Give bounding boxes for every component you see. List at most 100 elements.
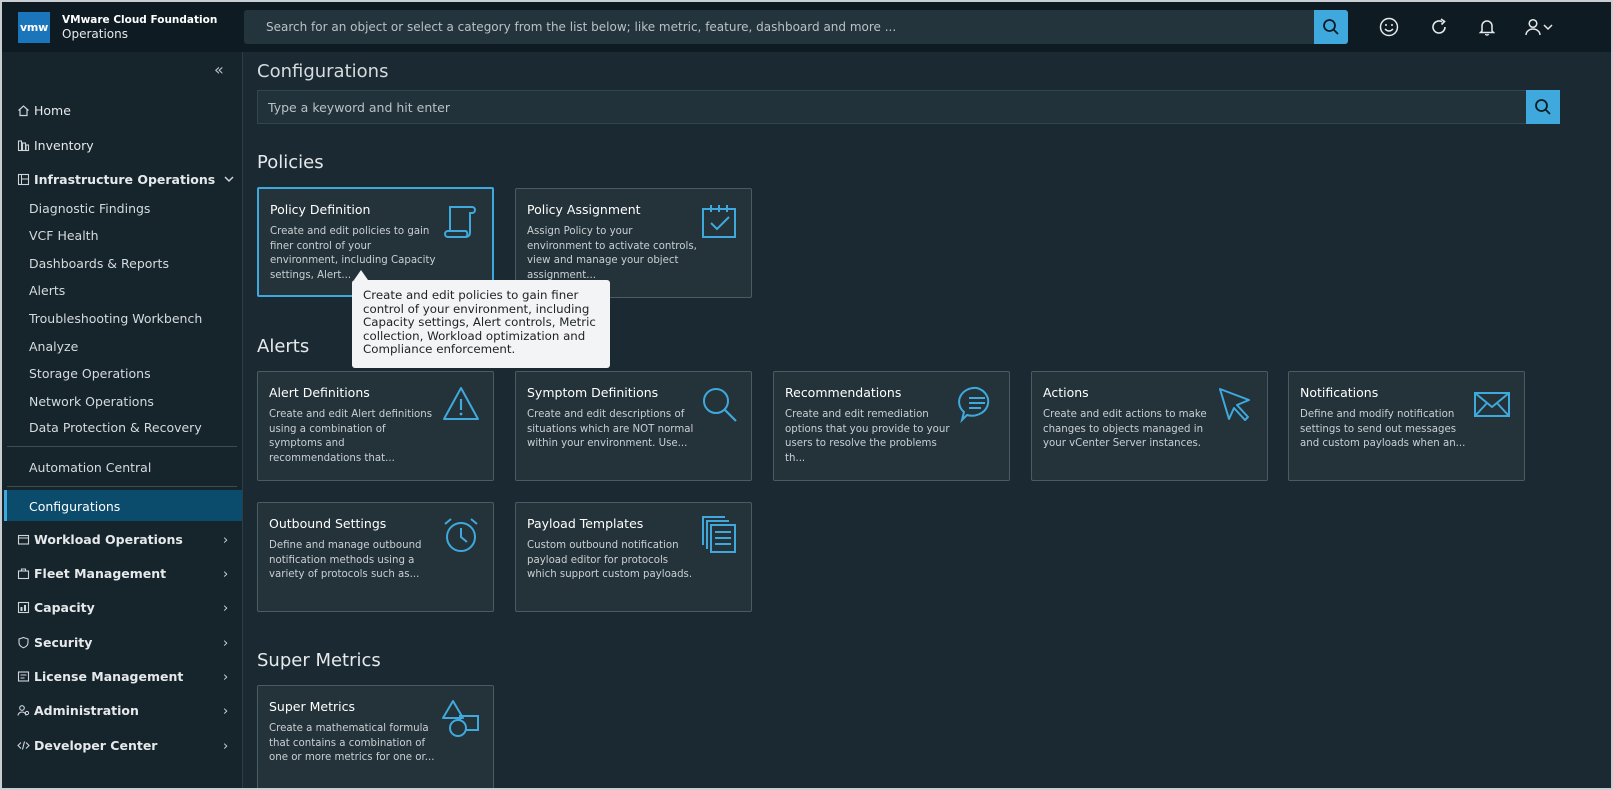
card-title: Super Metrics <box>269 699 355 714</box>
sidebar-item-fleet-management[interactable]: Fleet Management <box>16 566 166 581</box>
sidebar-item-label: Security <box>34 635 93 650</box>
user-menu[interactable] <box>1518 16 1558 38</box>
sidebar-divider <box>7 486 237 487</box>
keyword-search-button[interactable] <box>1526 90 1560 124</box>
sidebar: « Home Inventory Infrastructure Operatio… <box>2 52 243 788</box>
sidebar-item-home[interactable]: Home <box>16 103 71 118</box>
card-description: Create and edit actions to make changes … <box>1043 409 1207 449</box>
sidebar-item-security[interactable]: Security <box>16 635 92 650</box>
card-description: Custom outbound notification payload edi… <box>527 540 693 580</box>
user-icon <box>1525 18 1541 36</box>
sidebar-item-license-management[interactable]: License Management <box>16 669 183 684</box>
page-title: Configurations <box>257 61 389 82</box>
bell-icon[interactable] <box>1476 16 1498 38</box>
sidebar-item-label: Developer Center <box>34 738 158 753</box>
card-symptom-definitions[interactable]: Symptom Definitions Create and edit desc… <box>515 371 752 481</box>
policy-definition-tooltip: Create and edit policies to gain finer c… <box>352 270 610 368</box>
chevron-right-icon[interactable]: › <box>223 601 228 616</box>
home-icon <box>16 104 30 118</box>
sidebar-item-dashboards-reports[interactable]: Dashboards & Reports <box>29 256 169 271</box>
chevron-right-icon[interactable]: › <box>223 567 228 582</box>
chevron-down-icon[interactable] <box>223 173 235 189</box>
global-search-placeholder: Search for an object or select a categor… <box>266 20 897 34</box>
sidebar-divider <box>7 446 237 447</box>
brand-line2: Operations <box>62 27 128 41</box>
card-actions[interactable]: Actions Create and edit actions to make … <box>1031 371 1268 481</box>
card-description: Define and modify notification settings … <box>1300 409 1466 449</box>
card-title: Symptom Definitions <box>527 385 659 400</box>
keyword-search-input[interactable]: Type a keyword and hit enter <box>257 90 1560 124</box>
envelope-icon <box>1474 392 1510 417</box>
sidebar-item-administration[interactable]: Administration <box>16 703 139 718</box>
card-title: Outbound Settings <box>269 516 387 531</box>
sidebar-item-vcf-health[interactable]: VCF Health <box>29 228 99 243</box>
brand-line1: VMware Cloud Foundation <box>62 14 218 26</box>
section-title-policies: Policies <box>257 152 324 173</box>
search-icon <box>1323 19 1339 35</box>
card-payload-templates[interactable]: Payload Templates Custom outbound notifi… <box>515 502 752 612</box>
sidebar-item-diagnostic-findings[interactable]: Diagnostic Findings <box>29 201 150 216</box>
infrastructure-icon <box>16 173 30 187</box>
card-title: Policy Assignment <box>527 202 641 217</box>
card-description: Create and edit remediation options that… <box>785 409 950 464</box>
fleet-icon <box>16 567 30 581</box>
sidebar-item-label: Fleet Management <box>34 566 167 581</box>
section-title-super-metrics: Super Metrics <box>257 650 381 671</box>
card-recommendations[interactable]: Recommendations Create and edit remediat… <box>773 371 1010 481</box>
top-header: vmw VMware Cloud Foundation Operations S… <box>2 2 1611 52</box>
card-title: Recommendations <box>785 385 902 400</box>
sidebar-item-label: Workload Operations <box>34 532 183 547</box>
product-name: VMware Cloud Foundation Operations <box>62 13 217 41</box>
card-alert-definitions[interactable]: Alert Definitions Create and edit Alert … <box>257 371 494 481</box>
chevron-right-icon[interactable]: › <box>223 670 228 685</box>
vmw-logo[interactable]: vmw <box>18 12 50 43</box>
card-super-metrics[interactable]: Super Metrics Create a mathematical form… <box>257 685 494 788</box>
sidebar-item-inventory[interactable]: Inventory <box>16 138 94 153</box>
search-icon <box>1535 99 1551 115</box>
admin-icon <box>16 704 30 718</box>
warning-triangle-icon <box>443 387 479 420</box>
chevron-right-icon[interactable]: › <box>223 636 228 651</box>
card-description: Assign Policy to your environment to act… <box>527 226 697 281</box>
global-search-button[interactable] <box>1314 10 1348 44</box>
card-title: Policy Definition <box>270 202 371 217</box>
sidebar-item-alerts[interactable]: Alerts <box>29 283 65 298</box>
sidebar-item-storage-operations[interactable]: Storage Operations <box>29 366 151 381</box>
workload-icon <box>16 533 30 547</box>
sidebar-item-infrastructure-operations[interactable]: Infrastructure Operations <box>16 172 215 187</box>
card-description: Create a mathematical formula that conta… <box>269 723 435 763</box>
chevron-right-icon[interactable]: › <box>223 704 228 719</box>
sidebar-item-data-protection-recovery[interactable]: Data Protection & Recovery <box>29 420 202 435</box>
sidebar-item-analyze[interactable]: Analyze <box>29 339 78 354</box>
chevron-right-icon[interactable]: › <box>223 739 228 754</box>
inventory-icon <box>16 139 30 153</box>
sidebar-item-troubleshooting-workbench[interactable]: Troubleshooting Workbench <box>29 311 202 326</box>
sidebar-item-label: Infrastructure Operations <box>34 172 216 187</box>
collapse-sidebar-icon[interactable]: « <box>214 60 224 79</box>
card-title: Actions <box>1043 385 1089 400</box>
feedback-smiley-icon[interactable] <box>1378 16 1400 38</box>
magnifier-icon <box>703 388 737 422</box>
sidebar-item-capacity[interactable]: Capacity <box>16 600 95 615</box>
license-icon <box>16 670 30 684</box>
chevron-right-icon[interactable]: › <box>223 533 228 548</box>
capacity-icon <box>16 601 30 615</box>
calendar-check-icon <box>702 205 736 238</box>
refresh-icon[interactable] <box>1428 16 1450 38</box>
sidebar-item-workload-operations[interactable]: Workload Operations <box>16 532 183 547</box>
sidebar-item-automation-central[interactable]: Automation Central <box>29 460 151 475</box>
sidebar-item-label: Capacity <box>34 600 95 615</box>
card-outbound-settings[interactable]: Outbound Settings Define and manage outb… <box>257 502 494 612</box>
shapes-icon <box>442 700 479 737</box>
sidebar-item-network-operations[interactable]: Network Operations <box>29 394 154 409</box>
sidebar-item-developer-center[interactable]: Developer Center <box>16 738 157 753</box>
code-icon <box>16 739 30 753</box>
sidebar-item-label: License Management <box>34 669 184 684</box>
section-title-alerts: Alerts <box>257 336 310 357</box>
card-notifications[interactable]: Notifications Define and modify notifica… <box>1288 371 1525 481</box>
app-window: vmw VMware Cloud Foundation Operations S… <box>0 0 1613 790</box>
cursor-arrow-icon <box>1219 388 1250 421</box>
card-description: Create and edit Alert definitions using … <box>269 409 433 464</box>
global-search-input[interactable]: Search for an object or select a categor… <box>244 10 1348 44</box>
shield-icon <box>16 636 30 650</box>
